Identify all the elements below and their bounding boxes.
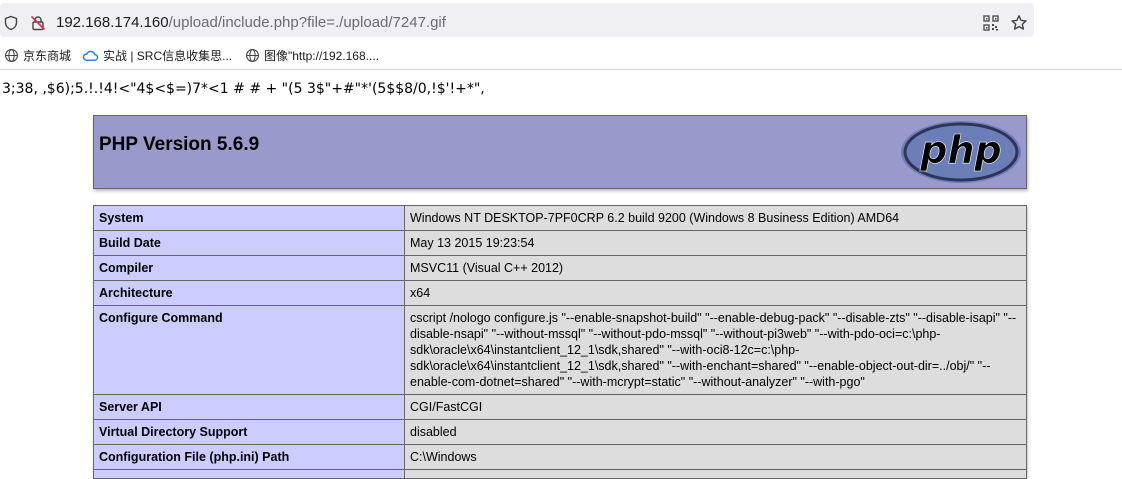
- globe-icon: [5, 48, 18, 62]
- row-key: Architecture: [93, 280, 405, 306]
- table-row: Configuration File (php.ini) Path C:\Wind…: [93, 444, 1027, 470]
- url-host: 192.168.174.160: [56, 14, 169, 31]
- bookmark-image[interactable]: 图像"http://192.168....: [245, 46, 379, 64]
- bookmarks-bar: 京东商城 实战 | SRC信息收集思... 图像"http://192.168.…: [0, 40, 1122, 70]
- row-key: Server API: [93, 394, 405, 420]
- browser-toolbar: 192.168.174.160/upload/include.php?file=…: [0, 0, 1122, 40]
- row-value: x64: [404, 280, 1027, 306]
- table-row: Configure Command cscript /nologo configu…: [93, 305, 1027, 395]
- row-value: Windows NT DESKTOP-7PF0CRP 6.2 build 920…: [404, 205, 1027, 231]
- row-key: Configuration File (php.ini) Path: [93, 444, 405, 470]
- php-version-header: PHP Version 5.6.9 php: [93, 115, 1027, 189]
- table-row: Compiler MSVC11 (Visual C++ 2012): [93, 255, 1027, 281]
- row-value: MSVC11 (Visual C++ 2012): [404, 255, 1027, 281]
- shield-icon[interactable]: [3, 15, 19, 31]
- row-value: May 13 2015 19:23:54: [404, 230, 1027, 256]
- row-key: Configure Command: [93, 305, 405, 395]
- table-row: [93, 469, 1027, 479]
- table-row: Server API CGI/FastCGI: [93, 394, 1027, 420]
- row-value: cscript /nologo configure.js "--enable-s…: [404, 305, 1027, 395]
- bookmark-label: 图像"http://192.168....: [264, 48, 379, 63]
- url-path: /upload/include.php?file=./upload/7247.g…: [168, 14, 446, 31]
- row-key: System: [93, 205, 405, 231]
- insecure-lock-icon[interactable]: [30, 15, 46, 31]
- row-value: disabled: [404, 419, 1027, 445]
- address-bar[interactable]: 192.168.174.160/upload/include.php?file=…: [0, 3, 1034, 37]
- row-value: [404, 469, 1027, 479]
- row-key: Virtual Directory Support: [93, 419, 405, 445]
- row-value: CGI/FastCGI: [404, 394, 1027, 420]
- table-row: Build Date May 13 2015 19:23:54: [93, 230, 1027, 256]
- cloud-icon: [82, 50, 99, 61]
- row-key: Compiler: [93, 255, 405, 281]
- table-row: Architecture x64: [93, 280, 1027, 306]
- table-row: System Windows NT DESKTOP-7PF0CRP 6.2 bui…: [93, 205, 1027, 231]
- php-logo-icon: php: [901, 121, 1021, 183]
- php-logo-text: php: [919, 128, 1001, 172]
- globe-icon: [246, 48, 259, 62]
- php-info-table: System Windows NT DESKTOP-7PF0CRP 6.2 bui…: [93, 205, 1027, 479]
- page-title: PHP Version 5.6.9: [99, 134, 260, 155]
- table-row: Virtual Directory Support disabled: [93, 419, 1027, 445]
- row-value: C:\Windows: [404, 444, 1027, 470]
- bookmark-jd[interactable]: 京东商城: [4, 46, 71, 64]
- row-key: [93, 469, 405, 479]
- bookmark-label: 京东商城: [23, 48, 72, 63]
- qr-code-icon[interactable]: [983, 15, 999, 31]
- raw-output-text: 3;38, ,$6);5.!.!4!<"4$<$=)7*<1 # # + "(5…: [2, 81, 485, 97]
- url-text[interactable]: 192.168.174.160/upload/include.php?file=…: [56, 14, 446, 32]
- row-key: Build Date: [93, 230, 405, 256]
- star-icon[interactable]: [1010, 14, 1028, 32]
- bookmark-label: 实战 | SRC信息收集思...: [103, 48, 233, 63]
- bookmark-src[interactable]: 实战 | SRC信息收集思...: [82, 46, 232, 64]
